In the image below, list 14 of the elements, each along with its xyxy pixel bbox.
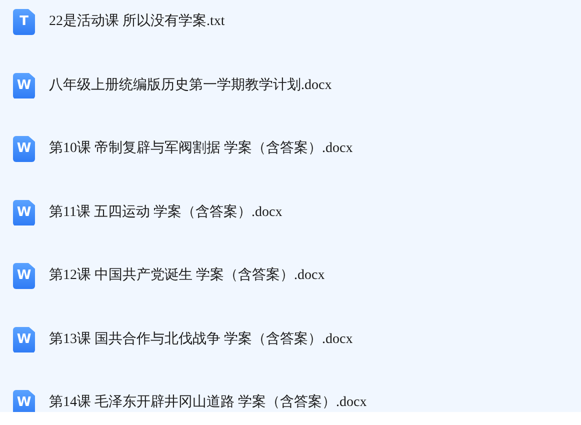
file-name[interactable]: 第13课 国共合作与北伐战争 学案（含答案）.docx xyxy=(49,326,353,352)
document-icon: W xyxy=(13,263,35,289)
file-name[interactable]: 第10课 帝制复辟与军阀割据 学案（含答案）.docx xyxy=(49,136,353,162)
file-name[interactable]: 22是活动课 所以没有学案.txt xyxy=(49,9,225,35)
document-icon: W xyxy=(13,136,35,162)
file-name[interactable]: 八年级上册统编版历史第一学期教学计划.docx xyxy=(49,72,332,98)
file-name[interactable]: 第11课 五四运动 学案（含答案）.docx xyxy=(49,200,282,226)
file-name[interactable]: 第14课 毛泽东开辟井冈山道路 学案（含答案）.docx xyxy=(49,390,367,412)
document-icon: W xyxy=(13,390,35,412)
file-name[interactable]: 第12课 中国共产党诞生 学案（含答案）.docx xyxy=(49,263,325,289)
document-icon: W xyxy=(13,326,35,352)
document-icon: W xyxy=(13,72,35,98)
document-icon: T xyxy=(13,9,35,35)
document-icon: W xyxy=(13,200,35,226)
